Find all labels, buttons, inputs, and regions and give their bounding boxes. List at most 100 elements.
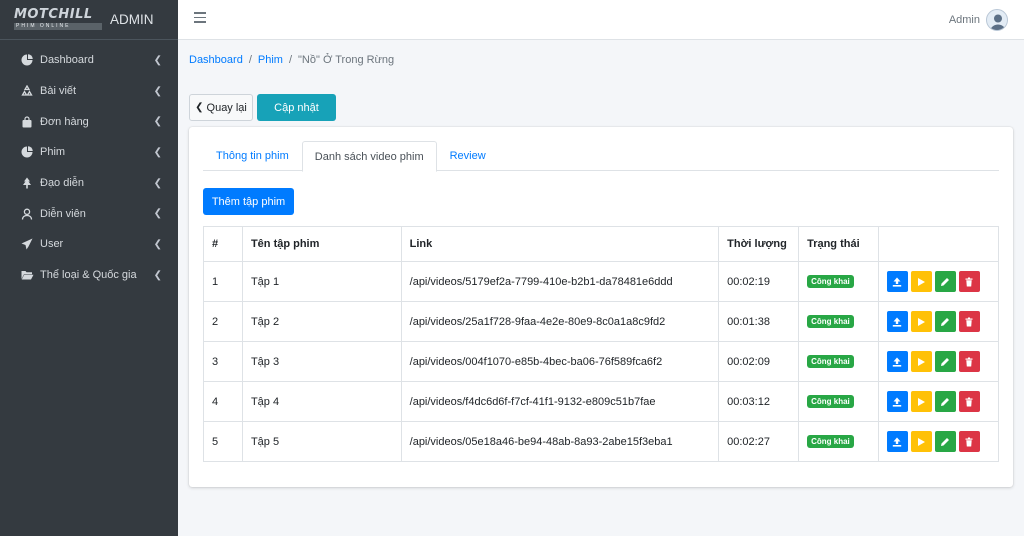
pencil-icon (941, 437, 950, 446)
upload-button[interactable] (886, 271, 908, 292)
upload-button[interactable] (886, 351, 908, 372)
cell-name: Tập 1 (241, 261, 402, 302)
delete-button[interactable] (958, 431, 980, 452)
sidebar-item-label: Dashboard (40, 54, 94, 67)
delete-button[interactable] (958, 311, 980, 332)
tree-icon (20, 177, 34, 189)
edit-button[interactable] (934, 431, 956, 452)
cell-status: Công khai (798, 301, 879, 342)
chevron-left-icon: ❮ (153, 269, 162, 281)
pencil-icon (941, 317, 950, 326)
top-navbar: Admin (178, 0, 1024, 40)
status-badge: Công khai (807, 395, 854, 408)
trash-icon (965, 437, 973, 446)
table-row: 5 Tập 5 /api/videos/05e18a46-be94-48ab-8… (203, 421, 1000, 462)
sidebar-item-orders[interactable]: Đơn hàng ❮ (0, 106, 178, 137)
sidebar-item-dashboard[interactable]: Dashboard ❮ (0, 45, 178, 76)
delete-button[interactable] (958, 391, 980, 412)
cell-link: /api/videos/25a1f728-9faa-4e2e-80e9-8c0a… (400, 301, 720, 342)
breadcrumb-dashboard[interactable]: Dashboard (189, 54, 243, 66)
cell-duration: 00:02:09 (718, 341, 800, 382)
upload-icon (893, 317, 902, 327)
table-row: 4 Tập 4 /api/videos/f4dc6d6f-f7cf-41f1-9… (203, 381, 1000, 422)
column-header-number: # (203, 226, 243, 262)
cell-number: 2 (203, 301, 243, 342)
cell-number: 3 (203, 341, 243, 382)
update-button[interactable]: Cập nhật (257, 94, 336, 121)
pie-chart-icon (20, 146, 34, 158)
brand-title: ADMIN (110, 12, 154, 27)
cell-duration: 00:02:19 (718, 261, 800, 302)
chevron-left-icon: ❮ (153, 238, 162, 250)
delete-button[interactable] (958, 271, 980, 292)
edit-button[interactable] (934, 311, 956, 332)
play-button[interactable] (910, 271, 932, 292)
back-button[interactable]: ❮ Quay lại (189, 94, 253, 121)
trash-icon (965, 397, 973, 406)
pencil-icon (941, 397, 950, 406)
tab-video-list[interactable]: Danh sách video phim (301, 141, 437, 172)
sidebar-item-posts[interactable]: Bài viết ❮ (0, 76, 178, 107)
chevron-left-icon: ❮ (195, 102, 204, 113)
chevron-left-icon: ❮ (153, 208, 162, 220)
play-button[interactable] (910, 391, 932, 412)
breadcrumb-separator: / (288, 54, 293, 66)
upload-button[interactable] (886, 431, 908, 452)
table-row: 3 Tập 3 /api/videos/004f1070-e85b-4bec-b… (203, 341, 1000, 382)
edit-button[interactable] (934, 271, 956, 292)
sidebar-item-label: Đơn hàng (40, 115, 89, 128)
cell-link: /api/videos/05e18a46-be94-48ab-8a93-2abe… (400, 421, 720, 462)
brand[interactable]: MOTCHILL PHIM ONLINE ADMIN (0, 0, 178, 40)
chevron-left-icon: ❮ (153, 54, 162, 66)
cell-number: 1 (203, 261, 243, 302)
tab-movie-info[interactable]: Thông tin phim (203, 141, 302, 171)
sidebar-item-movies[interactable]: Phim ❮ (0, 137, 178, 168)
column-header-link: Link (400, 226, 720, 262)
upload-icon (893, 357, 902, 367)
sidebar-item-genres-countries[interactable]: Thể loại & Quốc gia ❮ (0, 260, 178, 291)
sidebar-item-user[interactable]: User ❮ (0, 229, 178, 260)
play-icon (918, 277, 926, 286)
table-header-row: # Tên tập phim Link Thời lượng Trạng thá… (203, 226, 1000, 262)
tab-review[interactable]: Review (437, 141, 499, 171)
sidebar-item-label: Thể loại & Quốc gia (40, 269, 137, 282)
sidebar-nav: Dashboard ❮ Bài viết ❮ Đơn hàng ❮ Phim ❮ (0, 40, 178, 291)
chevron-left-icon: ❮ (153, 146, 162, 158)
status-badge: Công khai (807, 275, 854, 288)
cell-name: Tập 4 (241, 381, 402, 422)
cell-actions (877, 301, 1000, 342)
play-button[interactable] (910, 431, 932, 452)
trash-icon (965, 357, 973, 366)
upload-button[interactable] (886, 391, 908, 412)
edit-button[interactable] (934, 391, 956, 412)
user-menu[interactable]: Admin (949, 9, 1008, 31)
hamburger-menu-icon[interactable] (194, 12, 206, 26)
episode-card: Thông tin phim Danh sách video phim Revi… (189, 127, 1013, 487)
sidebar-item-actors[interactable]: Diễn viên ❮ (0, 198, 178, 229)
play-button[interactable] (910, 311, 932, 332)
play-icon (918, 397, 926, 406)
cell-name: Tập 2 (241, 301, 402, 342)
cell-name: Tập 3 (241, 341, 402, 382)
column-header-name: Tên tập phim (241, 226, 402, 262)
upload-button[interactable] (886, 311, 908, 332)
logo: MOTCHILL PHIM ONLINE (14, 7, 104, 32)
edit-button[interactable] (934, 351, 956, 372)
sidebar: MOTCHILL PHIM ONLINE ADMIN Dashboard ❮ B… (0, 0, 178, 536)
sidebar-item-directors[interactable]: Đạo diễn ❮ (0, 168, 178, 199)
user-name: Admin (948, 14, 980, 26)
sidebar-item-label: Đạo diễn (40, 177, 85, 190)
breadcrumb-current: "Nồ" Ở Trong Rừng (298, 54, 395, 66)
cell-name: Tập 5 (241, 421, 402, 462)
delete-button[interactable] (958, 351, 980, 372)
cell-link: /api/videos/f4dc6d6f-f7cf-41f1-9132-e809… (400, 381, 720, 422)
play-icon (918, 357, 926, 366)
breadcrumb-movies[interactable]: Phim (258, 54, 283, 66)
pencil-icon (941, 357, 950, 366)
cell-link: /api/videos/5179ef2a-7799-410e-b2b1-da78… (400, 261, 720, 302)
play-button[interactable] (910, 351, 932, 372)
add-episode-button[interactable]: Thêm tập phim (203, 188, 294, 215)
pencil-icon (941, 277, 950, 286)
back-button-label: Quay lại (206, 101, 247, 114)
breadcrumb: Dashboard / Phim / "Nồ" Ở Trong Rừng (189, 54, 394, 66)
